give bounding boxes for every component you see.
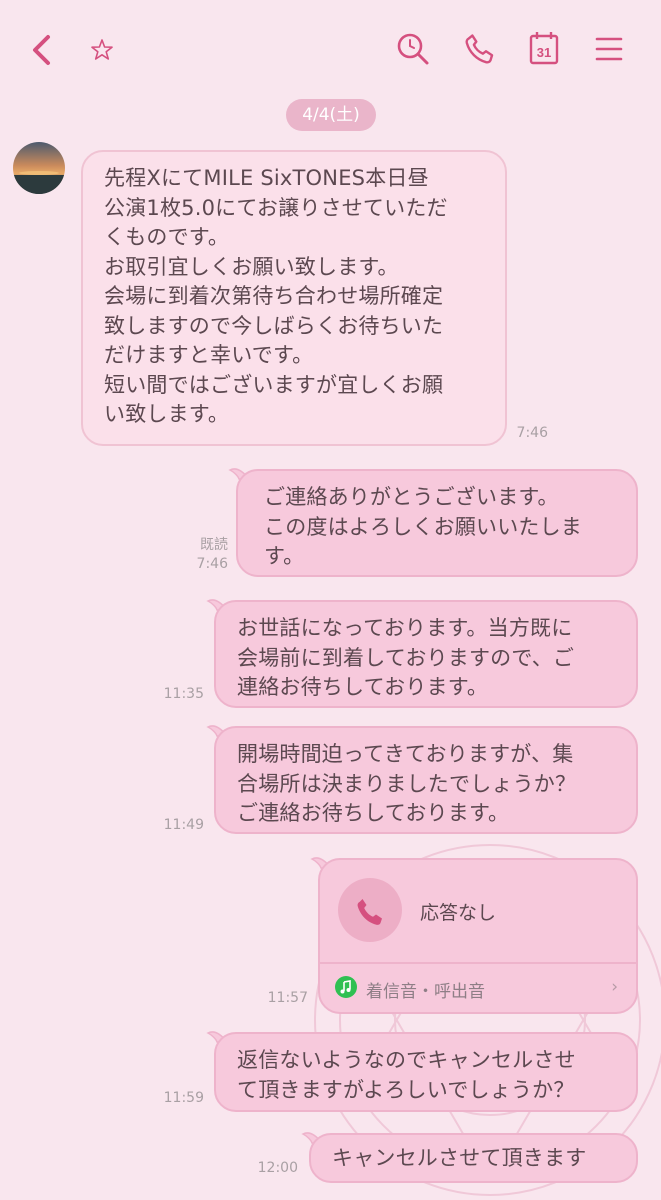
message-bubble-incoming[interactable]: 先程XにてMILE SixTONES本日昼 公演1枚5.0にてお譲りさせていただ… bbox=[81, 150, 507, 446]
star-icon[interactable] bbox=[90, 38, 114, 62]
read-receipt: 既読 bbox=[200, 537, 228, 553]
message-bubble-outgoing[interactable]: ご連絡ありがとうございます。 この度はよろしくお願いいたしま す。 bbox=[236, 469, 638, 577]
phone-icon bbox=[357, 899, 382, 925]
message-time: 11:59 bbox=[163, 1090, 204, 1106]
calendar-icon[interactable]: 31 bbox=[529, 31, 559, 65]
message-bubble-outgoing[interactable]: 開場時間迫ってきておりますが、集 合場所は決まりましたでしょうか？ ご連絡お待ち… bbox=[214, 726, 638, 834]
chat-header: 31 bbox=[0, 0, 661, 100]
call-divider bbox=[320, 962, 636, 964]
ringtone-link[interactable]: 着信音・呼出音 bbox=[366, 977, 485, 1002]
call-icon-circle bbox=[338, 878, 402, 942]
message-bubble-outgoing[interactable]: キャンセルさせて頂きます bbox=[309, 1133, 638, 1183]
message-bubble-outgoing[interactable]: お世話になっております。当方既に 会場前に到着しておりますので、ご 連絡お待ちし… bbox=[214, 600, 638, 708]
calendar-day-number: 31 bbox=[537, 45, 551, 60]
menu-icon[interactable] bbox=[595, 36, 623, 62]
avatar[interactable] bbox=[13, 142, 65, 194]
phone-icon[interactable] bbox=[463, 32, 497, 66]
chevron-right-icon[interactable]: › bbox=[611, 977, 618, 997]
message-time: 7:46 bbox=[196, 556, 228, 572]
search-icon[interactable] bbox=[396, 32, 430, 66]
message-time: 11:49 bbox=[163, 817, 204, 833]
call-status: 応答なし bbox=[420, 902, 497, 924]
chevron-left-icon[interactable] bbox=[30, 34, 54, 66]
missed-call-card[interactable]: 応答なし 着信音・呼出音 › bbox=[318, 858, 638, 1014]
message-time: 11:35 bbox=[163, 686, 204, 702]
message-time: 12:00 bbox=[257, 1160, 298, 1176]
music-note-icon bbox=[335, 976, 357, 998]
date-separator: 4/4(土) bbox=[286, 99, 376, 131]
message-time: 11:57 bbox=[267, 990, 308, 1006]
message-time: 7:46 bbox=[516, 425, 548, 441]
message-bubble-outgoing[interactable]: 返信ないようなのでキャンセルさせ て頂きますがよろしいでしょうか？ bbox=[214, 1032, 638, 1112]
